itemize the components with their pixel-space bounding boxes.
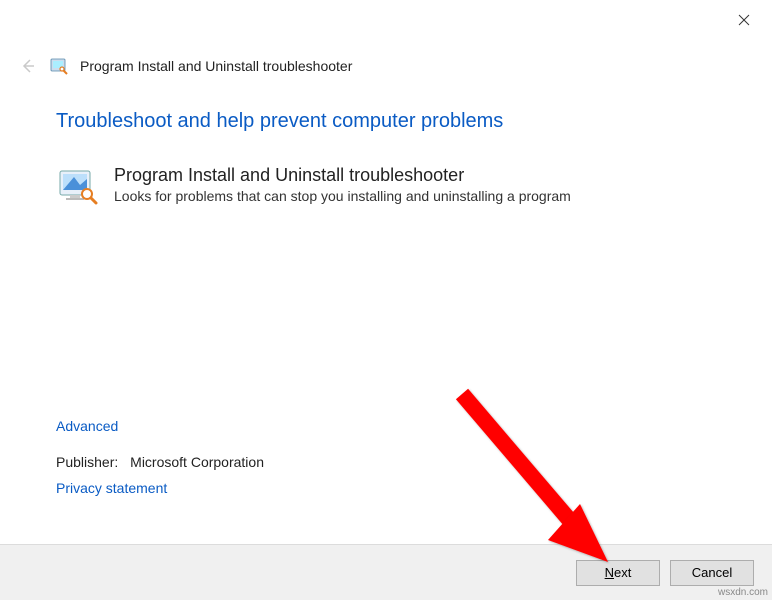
watermark: wsxdn.com [718, 587, 768, 598]
page-heading: Troubleshoot and help prevent computer p… [56, 110, 732, 133]
troubleshooter-item: Program Install and Uninstall troublesho… [56, 165, 732, 207]
privacy-link[interactable]: Privacy statement [56, 480, 264, 496]
close-button[interactable] [728, 6, 760, 34]
next-button-rest: ext [614, 565, 631, 580]
troubleshooter-icon [56, 165, 98, 207]
next-button[interactable]: Next [576, 560, 660, 586]
publisher-row: Publisher: Microsoft Corporation [56, 454, 264, 470]
dialog-footer: Next Cancel [0, 544, 772, 600]
troubleshooter-description: Looks for problems that can stop you ins… [114, 188, 571, 204]
troubleshooter-title: Program Install and Uninstall troublesho… [114, 165, 571, 186]
cancel-button[interactable]: Cancel [670, 560, 754, 586]
back-arrow-icon [20, 58, 36, 74]
advanced-link[interactable]: Advanced [56, 418, 264, 434]
app-icon [50, 57, 68, 75]
window-title: Program Install and Uninstall troublesho… [80, 58, 352, 74]
close-icon [738, 14, 750, 26]
publisher-label: Publisher: [56, 454, 118, 470]
back-button [18, 56, 38, 76]
publisher-value: Microsoft Corporation [130, 454, 264, 470]
